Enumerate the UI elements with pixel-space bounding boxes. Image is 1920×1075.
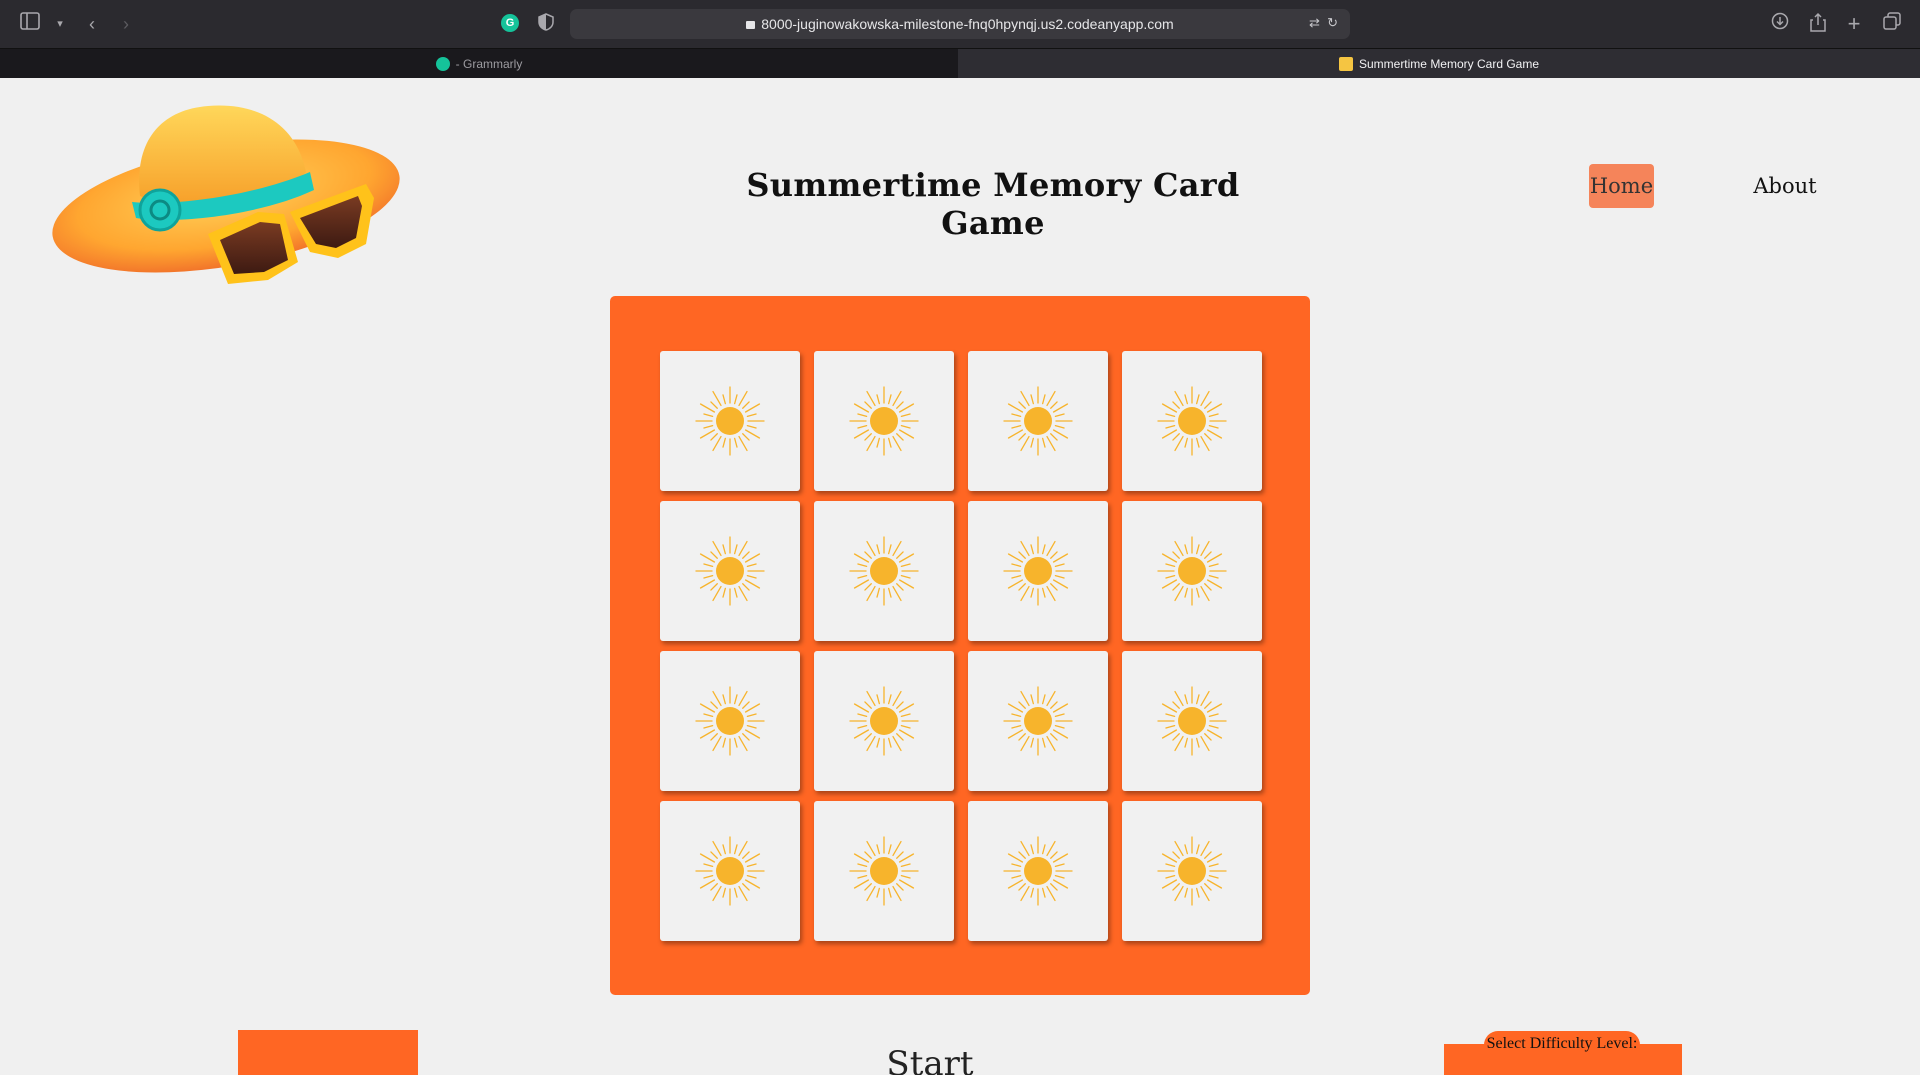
download-icon[interactable]	[1768, 12, 1792, 36]
start-button[interactable]	[238, 1030, 418, 1075]
grammarly-icon[interactable]: G	[501, 14, 519, 32]
summer-hat-sunglasses-logo	[48, 94, 404, 294]
memory-card[interactable]	[814, 801, 954, 941]
card-grid	[660, 351, 1262, 941]
memory-card[interactable]	[814, 501, 954, 641]
game-board	[610, 296, 1310, 995]
tab-bar: - Grammarly Summertime Memory Card Game	[0, 48, 1920, 79]
memory-card[interactable]	[1122, 651, 1262, 791]
page: Summertime Memory Card Game Home About S…	[0, 78, 1920, 1075]
sun-icon	[1157, 386, 1227, 456]
chevron-left-icon[interactable]: ‹	[80, 12, 104, 36]
grammarly-icon	[435, 57, 450, 71]
sun-icon	[849, 536, 919, 606]
address-bar[interactable]: 8000-juginowakowska-milestone-fnq0hpynqj…	[570, 9, 1350, 39]
shield-icon[interactable]	[538, 13, 554, 33]
browser-toolbar: ▾ ‹ › G 8000-juginowakowska-milestone-fn…	[0, 0, 1920, 48]
favicon-sun-icon	[1338, 57, 1353, 71]
memory-card[interactable]	[968, 651, 1108, 791]
sidebar-icon[interactable]	[18, 12, 42, 36]
memory-card[interactable]	[1122, 501, 1262, 641]
page-title: Summertime Memory Card Game	[746, 166, 1240, 242]
memory-card[interactable]	[814, 651, 954, 791]
share-icon[interactable]	[1806, 12, 1830, 36]
memory-card[interactable]	[660, 801, 800, 941]
sun-icon	[1003, 836, 1073, 906]
start-label[interactable]: Start	[860, 1044, 1000, 1075]
sun-icon	[1157, 686, 1227, 756]
reload-icon[interactable]: ↻	[1327, 15, 1338, 30]
memory-card[interactable]	[968, 351, 1108, 491]
plus-icon[interactable]: +	[1842, 12, 1866, 36]
tab-title: - Grammarly	[455, 57, 523, 71]
difficulty-label: Select Difficulty Level:	[1484, 1031, 1640, 1057]
lock-icon	[746, 21, 756, 29]
sun-icon	[1157, 836, 1227, 906]
tabs-icon[interactable]	[1880, 12, 1904, 36]
sun-icon	[1003, 386, 1073, 456]
nav-about-link[interactable]: About	[1740, 164, 1830, 208]
sun-icon	[849, 836, 919, 906]
tab-title: Summertime Memory Card Game	[1358, 57, 1540, 71]
nav-home-link[interactable]: Home	[1589, 164, 1654, 208]
sun-icon	[1003, 536, 1073, 606]
memory-card[interactable]	[968, 501, 1108, 641]
tab-memory-game[interactable]: Summertime Memory Card Game	[958, 49, 1920, 79]
sun-icon	[695, 686, 765, 756]
url-text: 8000-juginowakowska-milestone-fnq0hpynqj…	[761, 16, 1174, 32]
memory-card[interactable]	[1122, 351, 1262, 491]
sun-icon	[849, 386, 919, 456]
memory-card[interactable]	[660, 651, 800, 791]
memory-card[interactable]	[1122, 801, 1262, 941]
memory-card[interactable]	[660, 501, 800, 641]
chevron-down-icon[interactable]: ▾	[48, 12, 72, 36]
sun-icon	[849, 686, 919, 756]
translate-icon[interactable]: ⇄	[1309, 15, 1320, 30]
memory-card[interactable]	[968, 801, 1108, 941]
sun-icon	[695, 536, 765, 606]
chevron-right-icon[interactable]: ›	[114, 12, 138, 36]
sun-icon	[695, 836, 765, 906]
memory-card[interactable]	[814, 351, 954, 491]
sun-icon	[1003, 686, 1073, 756]
tab-grammarly[interactable]: - Grammarly	[0, 49, 958, 79]
sun-icon	[1157, 536, 1227, 606]
memory-card[interactable]	[660, 351, 800, 491]
sun-icon	[695, 386, 765, 456]
